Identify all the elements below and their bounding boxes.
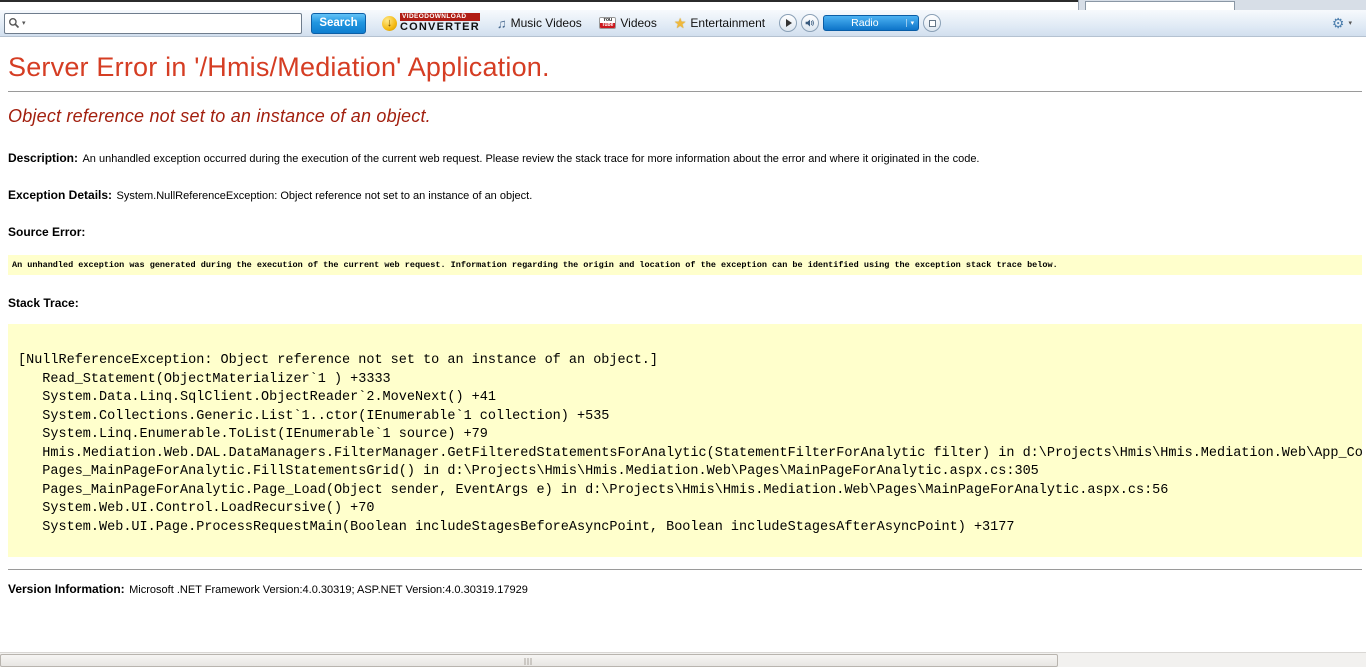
version-info-label: Version Information: (8, 582, 125, 596)
radio-player: Radio ▾ (779, 14, 941, 32)
toolbar-link-music-videos[interactable]: ♫ Music Videos (497, 16, 582, 30)
exception-details-row: Exception Details: System.NullReferenceE… (8, 186, 1366, 204)
source-error-text: An unhandled exception was generated dur… (12, 260, 1058, 270)
divider (8, 91, 1362, 92)
exception-details-text: System.NullReferenceException: Object re… (116, 190, 532, 202)
source-error-row: Source Error: (8, 223, 1366, 241)
page-title: Server Error in '/Hmis/Mediation' Applic… (8, 52, 1366, 83)
partial-dropdown (1085, 1, 1235, 10)
scrollbar-grip-icon (525, 658, 534, 665)
youtube-icon: You Tube (599, 17, 617, 29)
download-arrow-icon: ↓ (382, 16, 397, 31)
radio-label: Radio (828, 17, 901, 29)
search-box[interactable]: ▾ (4, 13, 302, 34)
version-info-row: Version Information: Microsoft .NET Fram… (8, 580, 1366, 598)
toolbar-link-label: Music Videos (511, 16, 582, 30)
logo-line2: CONVERTER (400, 22, 480, 33)
error-subtitle: Object reference not set to an instance … (8, 106, 1366, 127)
window-top-edge (0, 0, 1366, 10)
video-download-converter-logo[interactable]: ↓ VIDEODOWNLOAD CONVERTER (382, 13, 480, 34)
version-info-text: Microsoft .NET Framework Version:4.0.303… (129, 584, 528, 596)
toolbar-link-videos[interactable]: You Tube Videos (599, 16, 657, 30)
chevron-down-icon: ▾ (906, 19, 915, 27)
description-row: Description: An unhandled exception occu… (8, 149, 1366, 167)
music-note-icon: ♫ (497, 17, 507, 30)
search-button[interactable]: Search (311, 13, 366, 34)
stack-trace-box: [NullReferenceException: Object referenc… (8, 324, 1362, 557)
source-error-label: Source Error: (8, 225, 85, 239)
logo-line1: VIDEODOWNLOAD (400, 13, 480, 22)
tools-icon: ⚙ (1332, 16, 1345, 30)
toolbar-link-label: Entertainment (690, 16, 765, 30)
description-label: Description: (8, 151, 78, 165)
youtube-icon-bottom: Tube (600, 23, 616, 28)
radio-dropdown[interactable]: Radio ▾ (823, 15, 919, 31)
exception-details-label: Exception Details: (8, 188, 112, 202)
stack-trace-row: Stack Trace: (8, 294, 1366, 312)
play-button[interactable] (779, 14, 797, 32)
toolbar-tools-menu[interactable]: ⚙ ▾ (1332, 16, 1354, 30)
horizontal-scrollbar-thumb[interactable] (0, 654, 1058, 667)
speaker-icon (805, 18, 815, 28)
aspnet-error-page: Server Error in '/Hmis/Mediation' Applic… (0, 37, 1366, 652)
search-icon (8, 17, 20, 29)
source-error-box: An unhandled exception was generated dur… (8, 255, 1362, 275)
stack-trace-text: [NullReferenceException: Object referenc… (18, 352, 1362, 537)
volume-button[interactable] (801, 14, 819, 32)
background-window-fragment (1078, 0, 1366, 10)
toolbar-link-label: Videos (620, 16, 656, 30)
description-text: An unhandled exception occurred during t… (82, 153, 979, 165)
horizontal-scrollbar[interactable] (0, 652, 1366, 667)
browser-toolbar: ▾ Search ↓ VIDEODOWNLOAD CONVERTER ♫ Mus… (0, 10, 1366, 37)
chevron-down-icon: ▾ (1348, 20, 1352, 27)
media-extra-button[interactable] (923, 14, 941, 32)
window-border (0, 0, 1080, 2)
stack-trace-label: Stack Trace: (8, 296, 79, 310)
search-input[interactable] (28, 15, 298, 32)
play-icon (786, 19, 792, 27)
divider (8, 569, 1362, 570)
toolbar-link-entertainment[interactable]: ★ Entertainment (674, 16, 765, 30)
stop-icon (929, 20, 936, 27)
star-icon: ★ (674, 16, 687, 30)
search-provider-caret-icon[interactable]: ▾ (22, 20, 26, 27)
